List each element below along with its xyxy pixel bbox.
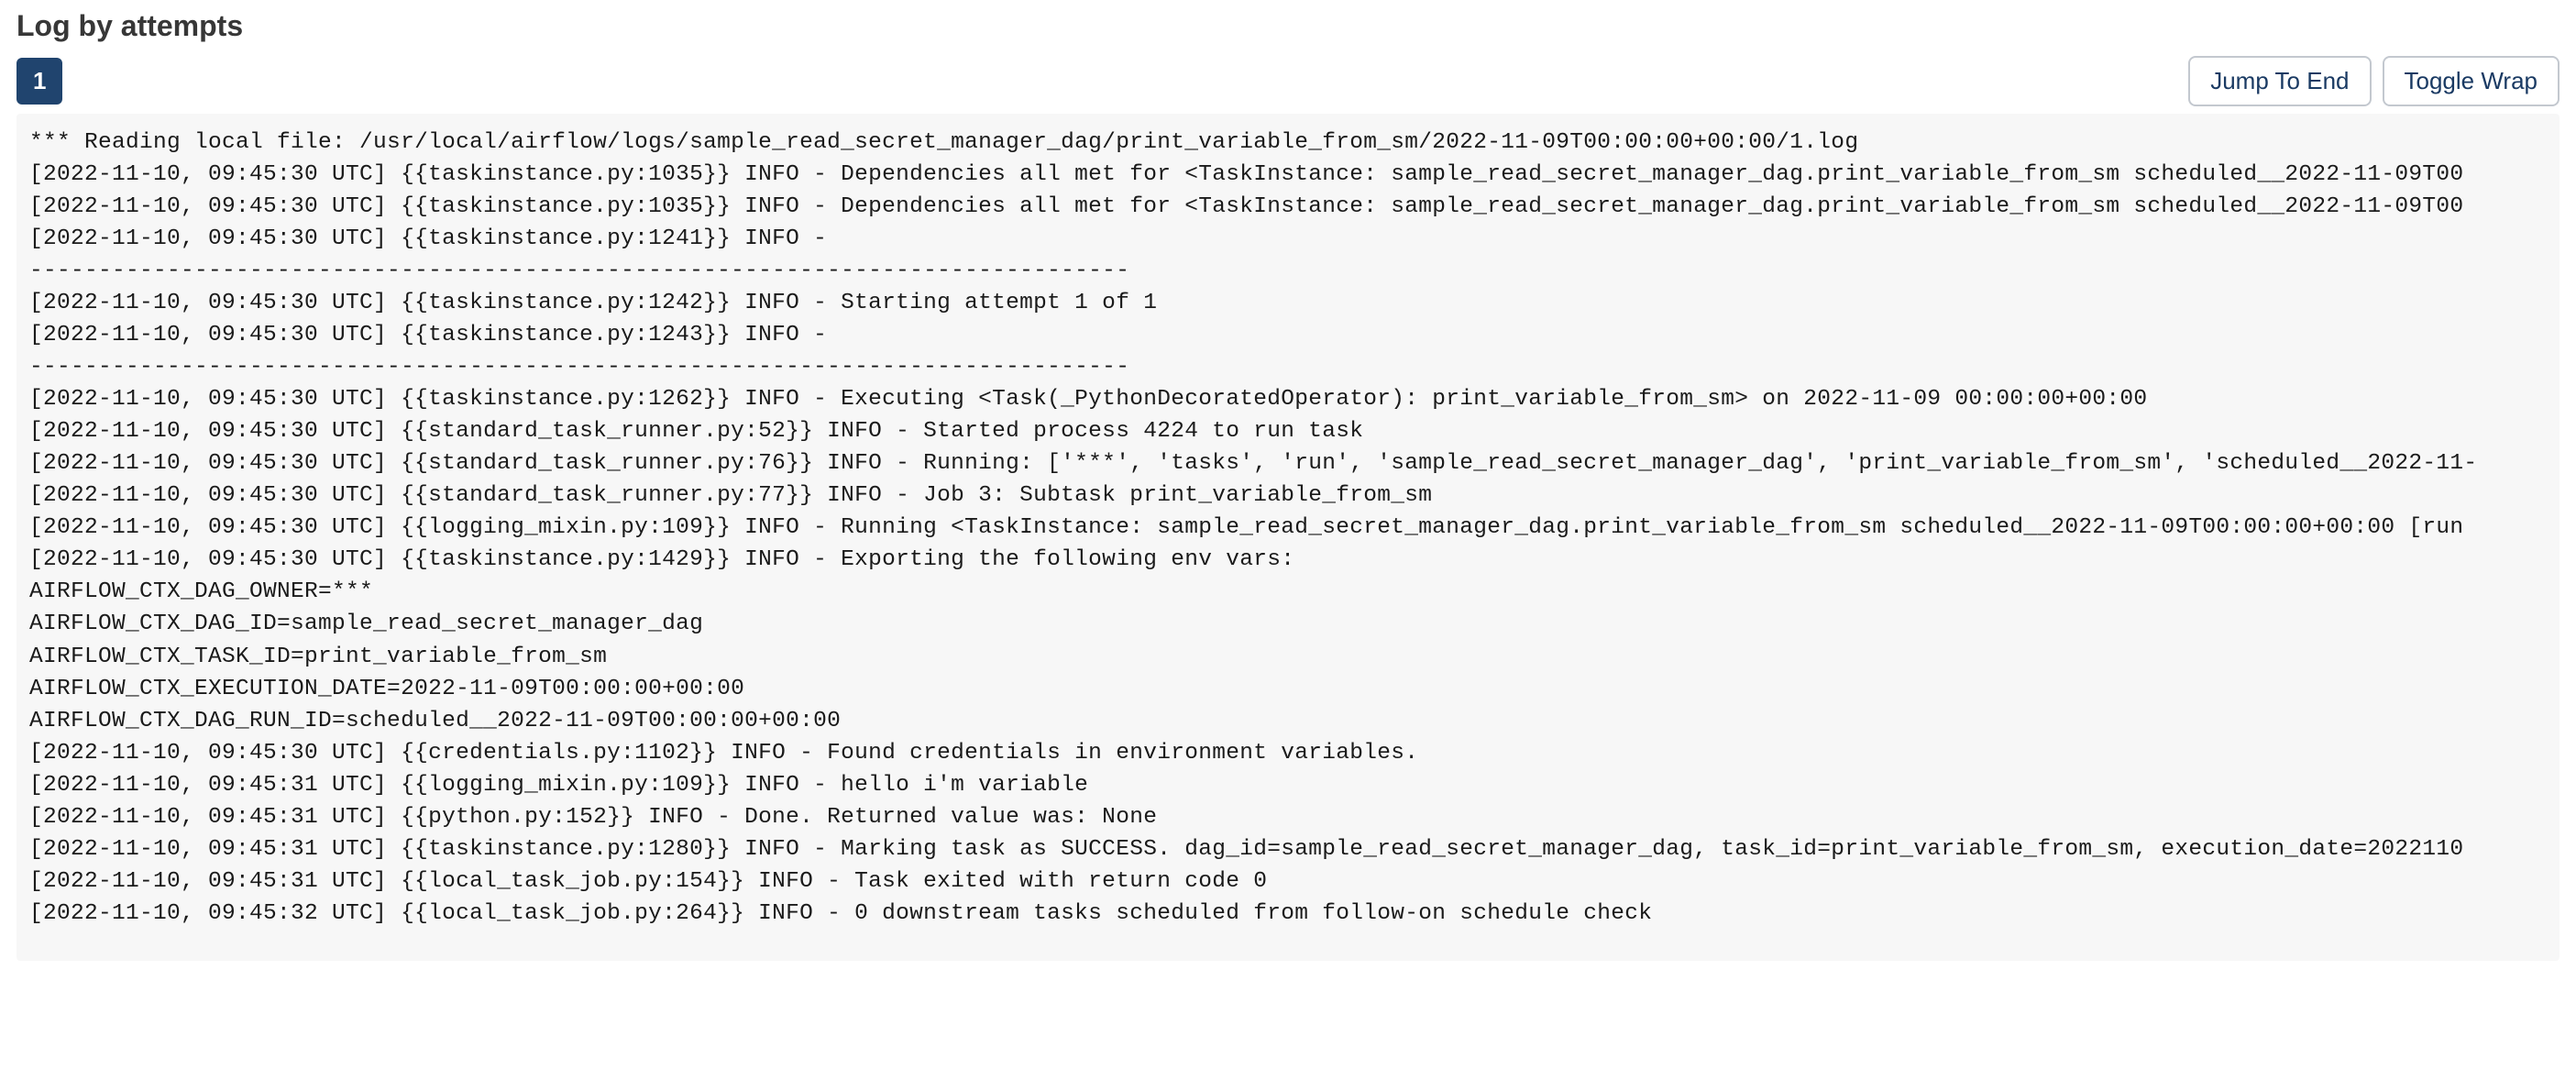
page-title: Log by attempts [17, 9, 2559, 43]
jump-to-end-button[interactable]: Jump To End [2188, 56, 2371, 106]
log-container[interactable]: *** Reading local file: /usr/local/airfl… [17, 114, 2559, 961]
controls-row: 1 Jump To End Toggle Wrap [17, 56, 2559, 106]
toggle-wrap-button[interactable]: Toggle Wrap [2383, 56, 2560, 106]
attempt-tab-1[interactable]: 1 [17, 58, 62, 105]
attempts-tabs: 1 [17, 58, 62, 105]
log-action-buttons: Jump To End Toggle Wrap [2188, 56, 2559, 106]
log-content: *** Reading local file: /usr/local/airfl… [29, 127, 2547, 952]
